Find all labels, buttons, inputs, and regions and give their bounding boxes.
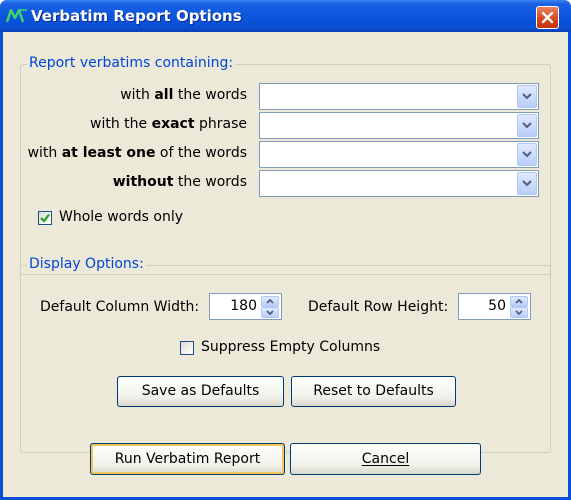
chevron-up-icon xyxy=(266,298,274,304)
at-least-one-combo[interactable] xyxy=(259,141,539,168)
app-logo-icon xyxy=(6,9,28,23)
at-least-one-label: with at least one of the words xyxy=(27,145,247,161)
row-height-up-button[interactable] xyxy=(510,296,528,307)
chevron-down-icon xyxy=(522,151,532,158)
all-words-combo[interactable] xyxy=(259,83,539,110)
exact-phrase-dropdown-button[interactable] xyxy=(517,114,537,137)
checkmark-icon xyxy=(40,213,50,223)
suppress-empty-checkbox[interactable] xyxy=(180,341,194,355)
row-height-label: Default Row Height: xyxy=(308,299,449,315)
column-width-spinner[interactable]: 180 xyxy=(209,293,282,320)
save-as-defaults-button[interactable]: Save as Defaults xyxy=(117,376,284,407)
report-group-legend: Report verbatims containing: xyxy=(27,55,236,71)
chevron-down-icon xyxy=(522,122,532,129)
title-bar[interactable]: Verbatim Report Options xyxy=(0,0,571,32)
without-words-dropdown-button[interactable] xyxy=(517,172,537,195)
row-height-spinner[interactable]: 50 xyxy=(458,293,531,320)
whole-words-label[interactable]: Whole words only xyxy=(59,209,183,225)
whole-words-checkbox[interactable] xyxy=(38,211,52,225)
row-height-down-button[interactable] xyxy=(510,307,528,318)
run-verbatim-report-button[interactable]: Run Verbatim Report xyxy=(90,443,285,475)
window-title: Verbatim Report Options xyxy=(31,7,242,25)
row-height-value[interactable]: 50 xyxy=(488,298,506,314)
all-words-dropdown-button[interactable] xyxy=(517,85,537,108)
chevron-up-icon xyxy=(515,298,523,304)
cancel-button[interactable]: Cancel xyxy=(290,443,481,475)
display-group-legend: Display Options: xyxy=(27,256,146,272)
report-verbatims-group: Report verbatims containing: with all th… xyxy=(20,55,551,275)
dialog-window: Verbatim Report Options Report verbatims… xyxy=(0,0,571,500)
column-width-value[interactable]: 180 xyxy=(230,298,257,314)
chevron-down-icon xyxy=(515,310,523,316)
column-width-up-button[interactable] xyxy=(261,296,279,307)
chevron-down-icon xyxy=(266,310,274,316)
suppress-empty-label[interactable]: Suppress Empty Columns xyxy=(201,339,380,355)
column-width-down-button[interactable] xyxy=(261,307,279,318)
close-button[interactable] xyxy=(536,6,559,29)
chevron-down-icon xyxy=(522,180,532,187)
dialog-body: Report verbatims containing: with all th… xyxy=(3,32,568,497)
all-words-label: with all the words xyxy=(120,87,247,103)
chevron-down-icon xyxy=(522,93,532,100)
close-icon xyxy=(541,11,554,24)
exact-phrase-combo[interactable] xyxy=(259,112,539,139)
without-words-combo[interactable] xyxy=(259,170,539,197)
display-options-group: Display Options: Default Column Width: 1… xyxy=(20,256,551,453)
column-width-label: Default Column Width: xyxy=(40,299,200,315)
exact-phrase-label: with the exact phrase xyxy=(90,116,247,132)
at-least-one-dropdown-button[interactable] xyxy=(517,143,537,166)
without-words-label: without the words xyxy=(112,174,247,190)
reset-to-defaults-button[interactable]: Reset to Defaults xyxy=(291,376,456,407)
